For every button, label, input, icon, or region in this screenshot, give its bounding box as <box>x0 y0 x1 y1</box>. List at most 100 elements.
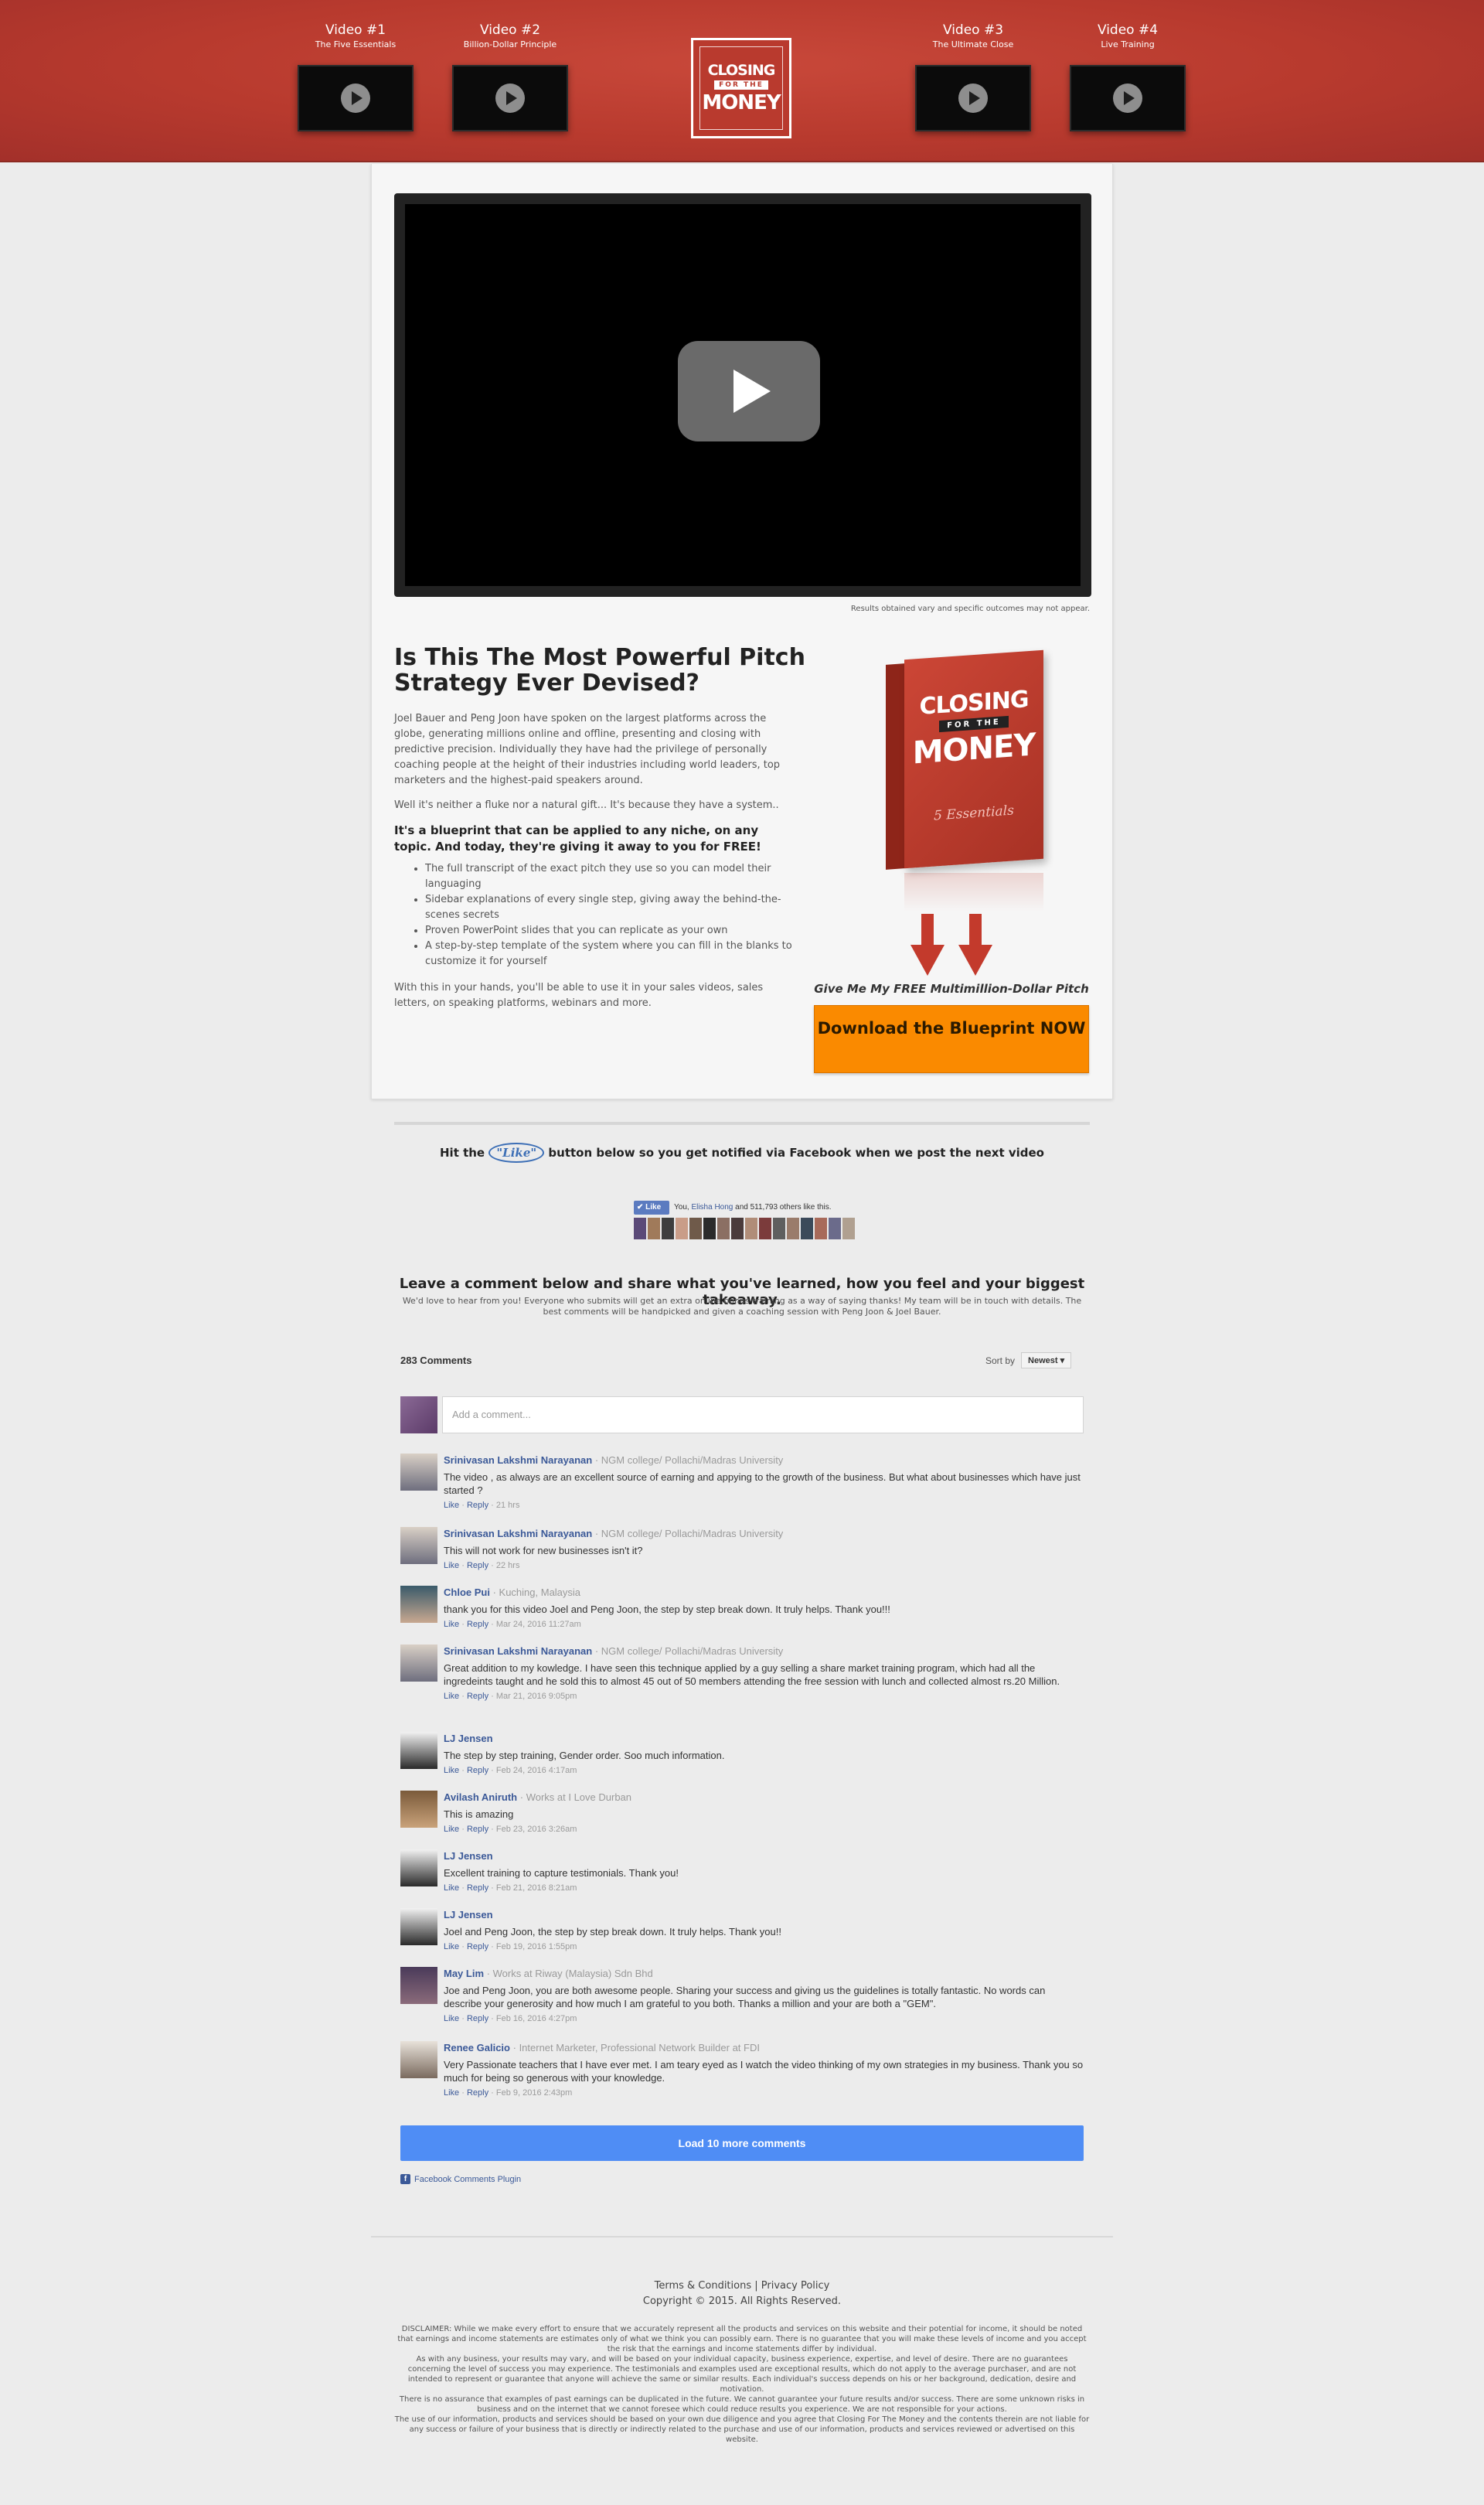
comment-time[interactable]: Mar 24, 2016 11:27am <box>496 1620 581 1629</box>
terms-link[interactable]: Terms & Conditions <box>655 2280 752 2292</box>
download-blueprint-button[interactable]: Download the Blueprint NOW <box>814 1005 1089 1073</box>
friend-name-link[interactable]: Elisha Hong <box>691 1203 733 1212</box>
reply-link[interactable]: Reply <box>467 1942 488 1951</box>
reply-link[interactable]: Reply <box>467 1561 488 1570</box>
comment-time[interactable]: Feb 9, 2016 2:43pm <box>496 2088 572 2098</box>
play-button[interactable] <box>678 341 820 441</box>
video-thumbnail[interactable] <box>1070 65 1186 131</box>
commenter-name[interactable]: Srinivasan Lakshmi Narayanan <box>444 1528 592 1539</box>
product-book-image: CLOSING FOR THE MONEY 5 Essentials <box>886 649 1048 912</box>
comment-time[interactable]: Feb 23, 2016 3:26am <box>496 1825 577 1834</box>
commenter-meta: · NGM college/ Pollachi/Madras Universit… <box>594 1645 784 1657</box>
commenter-name[interactable]: Srinivasan Lakshmi Narayanan <box>444 1645 592 1657</box>
avatar[interactable] <box>400 1791 437 1828</box>
video-thumbnail[interactable] <box>298 65 414 131</box>
like-link[interactable]: Like <box>444 1561 459 1570</box>
commenter-name[interactable]: May Lim <box>444 1968 484 1979</box>
avatar[interactable] <box>801 1218 813 1239</box>
commenter-name[interactable]: Avilash Aniruth <box>444 1791 517 1803</box>
avatar[interactable] <box>400 1849 437 1886</box>
avatar[interactable] <box>400 2041 437 2078</box>
avatar[interactable] <box>787 1218 799 1239</box>
comment-actions: Like · Reply · Feb 16, 2016 4:27pm <box>444 2014 577 2023</box>
facebook-like-button[interactable]: ✔ Like <box>634 1201 669 1215</box>
like-link[interactable]: Like <box>444 1883 459 1893</box>
site-logo[interactable]: CLOSING FOR THE MONEY <box>691 38 791 138</box>
avatar[interactable] <box>676 1218 688 1239</box>
like-link[interactable]: Like <box>444 2088 459 2098</box>
sort-value: Newest <box>1028 1356 1058 1365</box>
video-player[interactable] <box>394 193 1091 597</box>
avatar[interactable] <box>400 1527 437 1564</box>
avatar[interactable] <box>400 1908 437 1945</box>
avatar[interactable] <box>759 1218 771 1239</box>
avatar[interactable] <box>829 1218 841 1239</box>
like-link[interactable]: Like <box>444 1501 459 1510</box>
comment-time[interactable]: 22 hrs <box>496 1561 520 1570</box>
like-link[interactable]: Like <box>444 1620 459 1629</box>
sort-select[interactable]: Newest ▾ <box>1021 1352 1072 1368</box>
avatar[interactable] <box>662 1218 674 1239</box>
like-link[interactable]: Like <box>444 1766 459 1775</box>
comment-time[interactable]: Feb 21, 2016 8:21am <box>496 1883 577 1893</box>
avatar[interactable] <box>634 1218 646 1239</box>
avatar[interactable] <box>400 1732 437 1769</box>
facebook-comments-plugin-link[interactable]: f Facebook Comments Plugin <box>400 2174 521 2184</box>
avatar[interactable] <box>400 1967 437 2004</box>
commenter-meta: · Works at Riway (Malaysia) Sdn Bhd <box>486 1968 653 1979</box>
comment-time[interactable]: Feb 24, 2016 4:17am <box>496 1766 577 1775</box>
commenter-name[interactable]: LJ Jensen <box>444 1850 493 1862</box>
comment-actions: Like · Reply · Feb 24, 2016 4:17am <box>444 1766 577 1775</box>
commenter-name[interactable]: Renee Galicio <box>444 2042 510 2053</box>
avatar[interactable] <box>689 1218 702 1239</box>
avatar[interactable] <box>745 1218 757 1239</box>
video-nav-1[interactable]: Video #1 The Five Essentials <box>298 22 414 131</box>
video-nav-2[interactable]: Video #2 Billion-Dollar Principle <box>452 22 568 131</box>
like-link[interactable]: Like <box>444 1692 459 1701</box>
comment-time[interactable]: Mar 21, 2016 9:05pm <box>496 1692 577 1701</box>
commenter-name[interactable]: LJ Jensen <box>444 1909 493 1920</box>
avatar[interactable] <box>703 1218 716 1239</box>
load-more-comments-button[interactable]: Load 10 more comments <box>400 2125 1084 2161</box>
avatar <box>400 1396 437 1433</box>
commenter-meta-text: Internet Marketer, Professional Network … <box>519 2042 760 2053</box>
avatar[interactable] <box>731 1218 744 1239</box>
privacy-link[interactable]: Privacy Policy <box>761 2280 830 2292</box>
comment-time[interactable]: 21 hrs <box>496 1501 520 1510</box>
copyright: Copyright © 2015. All Rights Reserved. <box>642 2295 842 2307</box>
avatar[interactable] <box>717 1218 730 1239</box>
book-reflection <box>904 873 1043 912</box>
reply-link[interactable]: Reply <box>467 2088 488 2098</box>
avatar[interactable] <box>815 1218 827 1239</box>
commenter-meta-text: Works at Riway (Malaysia) Sdn Bhd <box>492 1968 653 1979</box>
reply-link[interactable]: Reply <box>467 2014 488 2023</box>
commenter-name[interactable]: Srinivasan Lakshmi Narayanan <box>444 1454 592 1466</box>
commenter-name[interactable]: Chloe Pui <box>444 1586 490 1598</box>
avatar[interactable] <box>400 1644 437 1682</box>
avatar[interactable] <box>400 1454 437 1491</box>
video-nav-3[interactable]: Video #3 The Ultimate Close <box>915 22 1031 131</box>
commenter-name[interactable]: LJ Jensen <box>444 1733 493 1744</box>
video-thumbnail[interactable] <box>915 65 1031 131</box>
avatar[interactable] <box>648 1218 660 1239</box>
disclaimer-paragraph: As with any business, your results may v… <box>407 2355 1077 2394</box>
reply-link[interactable]: Reply <box>467 1883 488 1893</box>
video-nav-4[interactable]: Video #4 Live Training <box>1070 22 1186 131</box>
avatar[interactable] <box>773 1218 785 1239</box>
like-link[interactable]: Like <box>444 1825 459 1834</box>
like-link[interactable]: Like <box>444 2014 459 2023</box>
reply-link[interactable]: Reply <box>467 1501 488 1510</box>
book-title-text: MONEY <box>912 727 1036 772</box>
add-comment-input[interactable]: Add a comment... <box>442 1396 1084 1433</box>
reply-link[interactable]: Reply <box>467 1825 488 1834</box>
avatar[interactable] <box>400 1586 437 1623</box>
reply-link[interactable]: Reply <box>467 1766 488 1775</box>
reply-link[interactable]: Reply <box>467 1692 488 1701</box>
video-thumbnail[interactable] <box>452 65 568 131</box>
comment-time[interactable]: Feb 16, 2016 4:27pm <box>496 2014 577 2023</box>
reply-link[interactable]: Reply <box>467 1620 488 1629</box>
avatar[interactable] <box>842 1218 855 1239</box>
like-link[interactable]: Like <box>444 1942 459 1951</box>
comment-time[interactable]: Feb 19, 2016 1:55pm <box>496 1942 577 1951</box>
comment-actions: Like · Reply · Mar 21, 2016 9:05pm <box>444 1692 577 1701</box>
